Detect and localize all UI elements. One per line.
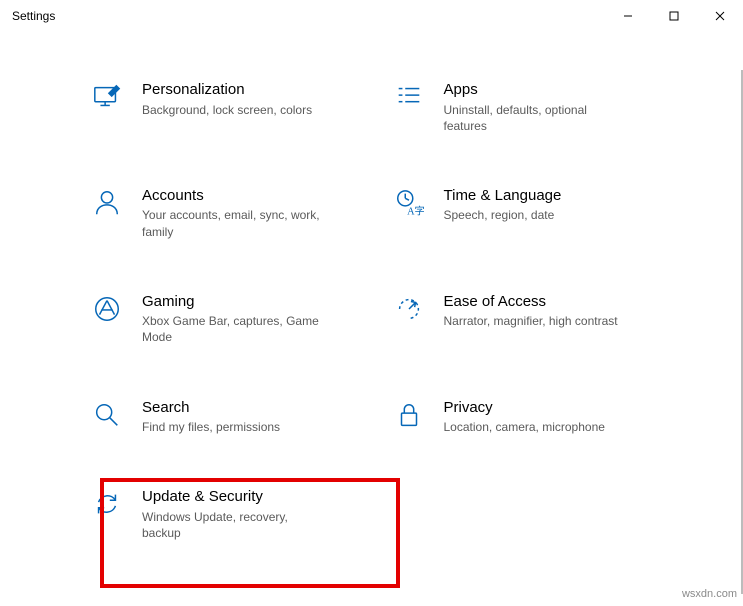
item-title: Gaming <box>142 292 322 312</box>
item-desc: Narrator, magnifier, high contrast <box>444 311 618 329</box>
item-title: Ease of Access <box>444 292 618 312</box>
settings-item-time-language[interactable]: A字 Time & Language Speech, region, date <box>392 186 654 240</box>
settings-item-accounts[interactable]: Accounts Your accounts, email, sync, wor… <box>90 186 352 240</box>
window-controls <box>605 0 743 32</box>
settings-item-gaming[interactable]: Gaming Xbox Game Bar, captures, Game Mod… <box>90 292 352 346</box>
maximize-button[interactable] <box>651 0 697 32</box>
item-title: Personalization <box>142 80 312 100</box>
settings-grid: Personalization Background, lock screen,… <box>0 32 743 541</box>
titlebar: Settings <box>0 0 743 32</box>
update-security-icon <box>90 487 124 521</box>
settings-item-apps[interactable]: Apps Uninstall, defaults, optional featu… <box>392 80 654 134</box>
item-title: Apps <box>444 80 624 100</box>
item-desc: Your accounts, email, sync, work, family <box>142 205 322 239</box>
apps-icon <box>392 80 426 114</box>
window-title: Settings <box>12 9 55 23</box>
item-title: Update & Security <box>142 487 322 507</box>
item-desc: Xbox Game Bar, captures, Game Mode <box>142 311 322 345</box>
item-title: Privacy <box>444 398 605 418</box>
time-language-icon: A字 <box>392 186 426 220</box>
watermark: wsxdn.com <box>682 588 737 600</box>
item-desc: Speech, region, date <box>444 205 562 223</box>
gaming-icon <box>90 292 124 326</box>
close-button[interactable] <box>697 0 743 32</box>
item-desc: Uninstall, defaults, optional features <box>444 100 624 134</box>
settings-item-privacy[interactable]: Privacy Location, camera, microphone <box>392 398 654 436</box>
item-title: Search <box>142 398 280 418</box>
personalization-icon <box>90 80 124 114</box>
minimize-button[interactable] <box>605 0 651 32</box>
item-desc: Background, lock screen, colors <box>142 100 312 118</box>
svg-text:A字: A字 <box>407 204 424 217</box>
ease-of-access-icon <box>392 292 426 326</box>
item-desc: Location, camera, microphone <box>444 417 605 435</box>
settings-item-personalization[interactable]: Personalization Background, lock screen,… <box>90 80 352 134</box>
item-desc: Windows Update, recovery, backup <box>142 507 322 541</box>
item-desc: Find my files, permissions <box>142 417 280 435</box>
item-title: Accounts <box>142 186 322 206</box>
search-icon <box>90 398 124 432</box>
accounts-icon <box>90 186 124 220</box>
item-title: Time & Language <box>444 186 562 206</box>
settings-item-search[interactable]: Search Find my files, permissions <box>90 398 352 436</box>
settings-item-update-security[interactable]: Update & Security Windows Update, recove… <box>90 487 352 541</box>
privacy-icon <box>392 398 426 432</box>
settings-item-ease-of-access[interactable]: Ease of Access Narrator, magnifier, high… <box>392 292 654 346</box>
